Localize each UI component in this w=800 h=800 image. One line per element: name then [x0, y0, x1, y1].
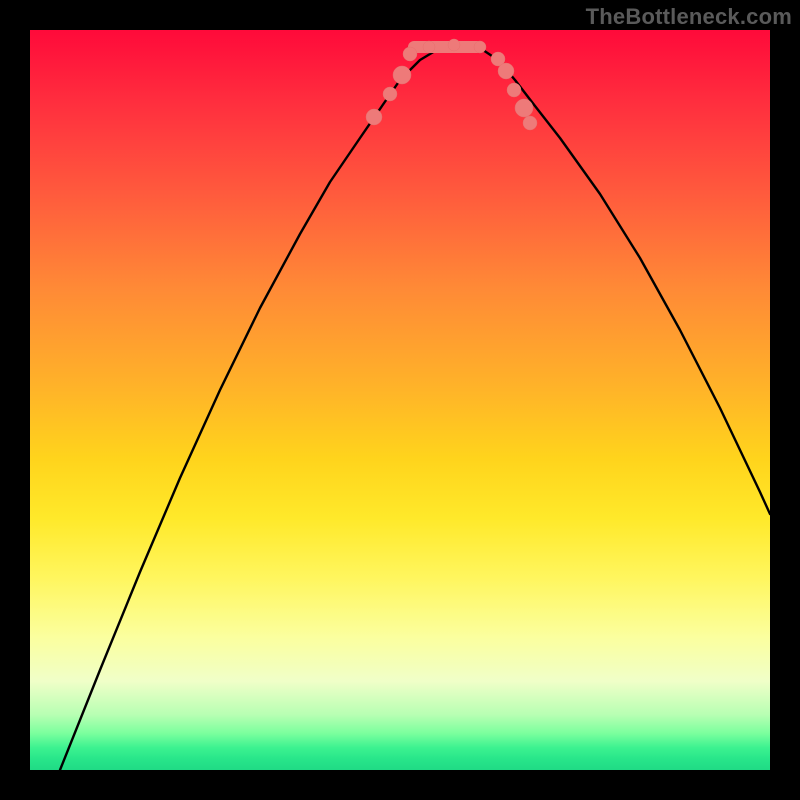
plot-area: [30, 30, 770, 770]
chart-svg: [30, 30, 770, 770]
marker-bar: [408, 41, 484, 53]
watermark-text: TheBottleneck.com: [586, 4, 792, 30]
curve-line: [60, 44, 770, 770]
chart-frame: TheBottleneck.com: [0, 0, 800, 800]
